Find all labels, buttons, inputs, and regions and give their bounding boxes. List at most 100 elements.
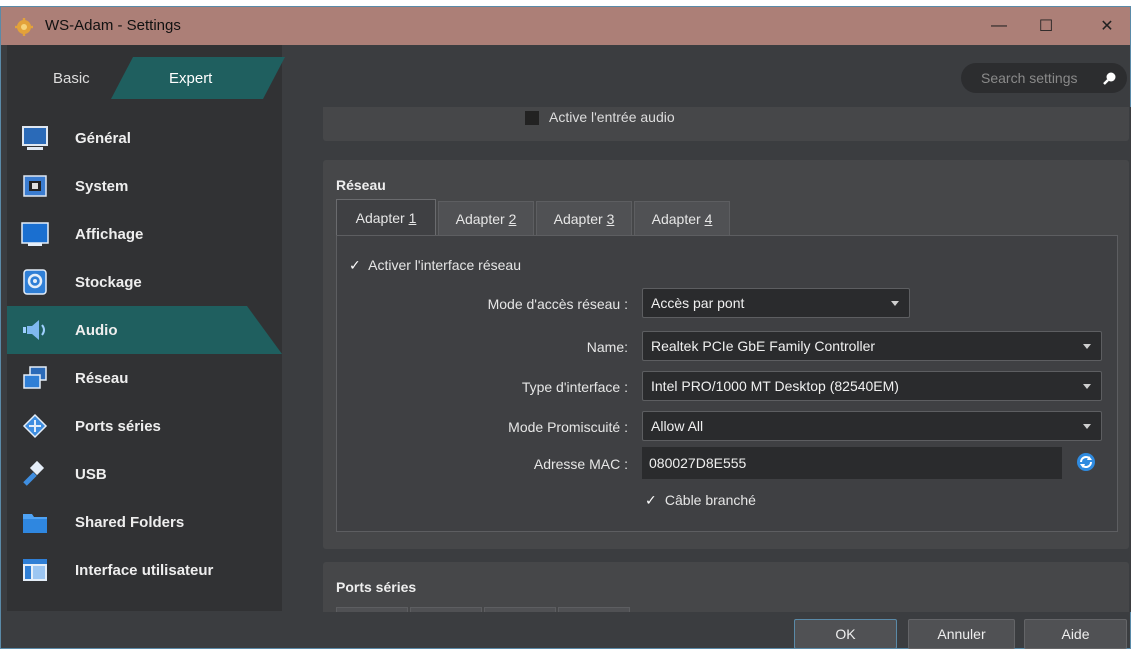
serial-ports-section-title: Ports séries xyxy=(336,579,417,595)
interface-type-select[interactable]: Intel PRO/1000 MT Desktop (82540EM) xyxy=(642,371,1102,401)
sidebar-item-display[interactable]: Affichage xyxy=(7,210,282,258)
promiscuous-mode-value: Allow All xyxy=(651,418,704,434)
interface-type-value: Intel PRO/1000 MT Desktop (82540EM) xyxy=(651,378,899,394)
sidebar-item-label: Réseau xyxy=(75,369,129,387)
sidebar-item-label: USB xyxy=(75,465,107,483)
tab-adapter-prefix: Adapter xyxy=(553,210,603,227)
tab-adapter-1[interactable]: Adapter 1 xyxy=(336,199,436,235)
settings-window: WS-Adam - Settings — ☐ ✕ Basic Expert Gé… xyxy=(0,6,1131,649)
maximize-button[interactable]: ☐ xyxy=(1023,7,1069,45)
close-button[interactable]: ✕ xyxy=(1084,7,1130,45)
help-button[interactable]: Aide xyxy=(1024,619,1127,649)
ok-label: OK xyxy=(835,626,856,642)
mac-address-input[interactable]: 080027D8E555 xyxy=(642,447,1062,479)
minimize-icon: — xyxy=(991,17,1007,34)
disk-icon xyxy=(23,269,47,295)
display-icon xyxy=(21,222,49,246)
virtualbox-gear-icon xyxy=(15,18,33,36)
sidebar-item-network[interactable]: Réseau xyxy=(7,354,282,402)
tab-adapter-num: 4 xyxy=(704,210,713,227)
tab-adapter-num: 2 xyxy=(508,210,517,227)
audio-input-label: Active l'entrée audio xyxy=(549,109,675,125)
window-title: WS-Adam - Settings xyxy=(45,17,181,34)
tab-port-4[interactable] xyxy=(558,607,630,612)
sidebar-item-label: Shared Folders xyxy=(75,513,185,531)
serial-ports-panel: Ports séries xyxy=(323,562,1129,612)
chevron-down-icon xyxy=(1083,384,1091,389)
chip-icon xyxy=(23,175,47,197)
sidebar-item-label: Général xyxy=(75,129,131,147)
sidebar-item-label: System xyxy=(75,177,129,195)
title-bar: WS-Adam - Settings — ☐ ✕ xyxy=(1,7,1130,45)
sidebar-item-label: Audio xyxy=(75,321,118,339)
audio-input-checkbox[interactable]: Active l'entrée audio xyxy=(525,109,675,126)
chevron-down-icon xyxy=(891,301,899,306)
sidebar-item-user-interface[interactable]: Interface utilisateur xyxy=(7,546,282,594)
sidebar-item-label: Ports séries xyxy=(75,417,161,435)
promiscuous-mode-select[interactable]: Allow All xyxy=(642,411,1102,441)
check-icon: ✓ xyxy=(349,257,361,273)
tab-port-1[interactable] xyxy=(336,607,408,612)
adapter-tab-body: ✓ Activer l'interface réseau Mode d'accè… xyxy=(336,235,1118,532)
sidebar-item-system[interactable]: System xyxy=(7,162,282,210)
sidebar-item-shared-folders[interactable]: Shared Folders xyxy=(7,498,282,546)
interface-type-label: Type d'interface : xyxy=(521,379,628,395)
ok-button[interactable]: OK xyxy=(794,619,897,649)
search-input[interactable]: Search settings xyxy=(961,63,1127,93)
sidebar-item-serial-ports[interactable]: Ports séries xyxy=(7,402,282,450)
sidebar-item-usb[interactable]: USB xyxy=(7,450,282,498)
folder-icon xyxy=(23,514,47,533)
name-value: Realtek PCIe GbE Family Controller xyxy=(651,338,876,354)
sidebar-item-label: Stockage xyxy=(75,273,142,291)
chevron-down-icon xyxy=(1083,344,1091,349)
check-icon: ✓ xyxy=(645,492,657,508)
enable-interface-label: Activer l'interface réseau xyxy=(368,257,521,273)
audio-panel: Active l'entrée audio xyxy=(323,107,1129,141)
tab-adapter-2[interactable]: Adapter 2 xyxy=(438,201,534,235)
serial-port-icon xyxy=(22,413,48,439)
name-label: Name: xyxy=(586,339,628,355)
cable-connected-label: Câble branché xyxy=(664,492,756,508)
tab-adapter-prefix: Adapter xyxy=(355,209,405,226)
mode-expert-label: Expert xyxy=(169,69,213,87)
refresh-icon[interactable] xyxy=(1076,452,1096,472)
minimize-button[interactable]: — xyxy=(976,7,1022,45)
help-label: Aide xyxy=(1061,626,1090,642)
sidebar-item-general[interactable]: Général xyxy=(7,114,282,162)
mac-address-label: Adresse MAC : xyxy=(533,456,628,472)
sidebar: Basic Expert Général System Affichage St… xyxy=(7,45,282,611)
mode-expert-button[interactable]: Expert xyxy=(111,57,285,99)
sidebar-item-storage[interactable]: Stockage xyxy=(7,258,282,306)
enable-interface-checkbox[interactable]: ✓ Activer l'interface réseau xyxy=(349,257,521,274)
checkbox-unchecked-icon xyxy=(525,111,539,126)
access-mode-select[interactable]: Accès par pont xyxy=(642,288,910,318)
cable-connected-checkbox[interactable]: ✓ Câble branché xyxy=(645,492,756,509)
close-icon: ✕ xyxy=(1100,18,1114,35)
promiscuous-mode-label: Mode Promiscuité : xyxy=(508,419,628,435)
tab-port-2[interactable] xyxy=(410,607,482,612)
tab-adapter-prefix: Adapter xyxy=(651,210,701,227)
mac-address-value: 080027D8E555 xyxy=(649,455,747,471)
sidebar-item-label: Interface utilisateur xyxy=(75,561,214,579)
search-placeholder: Search settings xyxy=(981,70,1078,86)
network-section-title: Réseau xyxy=(336,177,386,193)
access-mode-value: Accès par pont xyxy=(651,295,745,311)
mode-basic-label: Basic xyxy=(53,69,90,87)
usb-icon xyxy=(23,460,45,486)
cancel-label: Annuler xyxy=(937,626,986,642)
speaker-icon xyxy=(23,320,45,340)
tab-adapter-3[interactable]: Adapter 3 xyxy=(536,201,632,235)
tab-port-3[interactable] xyxy=(484,607,556,612)
tab-adapter-num: 1 xyxy=(408,209,417,226)
cancel-button[interactable]: Annuler xyxy=(908,619,1015,649)
sidebar-item-audio[interactable]: Audio xyxy=(7,306,282,354)
network-icon xyxy=(23,366,47,389)
tab-adapter-prefix: Adapter xyxy=(455,210,505,227)
access-mode-label: Mode d'accès réseau : xyxy=(487,296,628,312)
monitor-icon xyxy=(22,126,48,150)
tab-adapter-4[interactable]: Adapter 4 xyxy=(634,201,730,235)
name-select[interactable]: Realtek PCIe GbE Family Controller xyxy=(642,331,1102,361)
maximize-icon: ☐ xyxy=(1038,18,1054,35)
tab-adapter-num: 3 xyxy=(606,210,615,227)
chevron-down-icon xyxy=(1083,424,1091,429)
